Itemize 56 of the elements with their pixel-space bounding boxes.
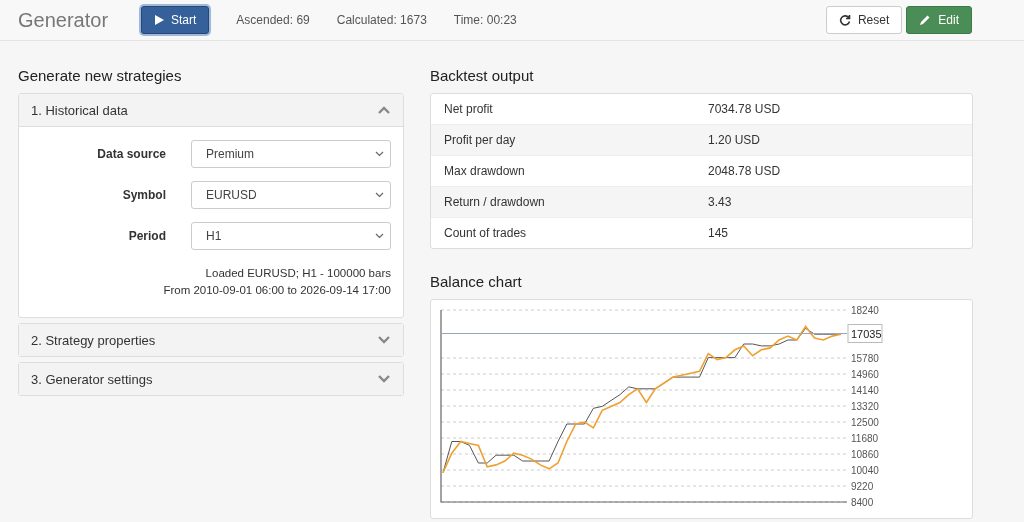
panel-title: 1. Historical data bbox=[31, 102, 128, 118]
panel-header[interactable]: 3. Generator settings bbox=[19, 363, 403, 395]
field-label: Period bbox=[128, 229, 166, 243]
caret-icon bbox=[375, 192, 384, 198]
panel-header[interactable]: 1. Historical data bbox=[19, 94, 403, 127]
panel-title: 3. Generator settings bbox=[31, 371, 153, 387]
dropdown[interactable]: H1 bbox=[191, 222, 391, 250]
table-cell-text: Profit per day bbox=[443, 133, 517, 147]
chevron-down-icon bbox=[378, 336, 390, 344]
status-text: Time: 00:23 bbox=[453, 13, 517, 27]
axis-label: 13320 bbox=[851, 400, 879, 412]
axis-label: 8400 bbox=[851, 496, 874, 508]
table-cell-text: Net profit bbox=[443, 102, 494, 116]
chevron-up-icon bbox=[378, 106, 390, 114]
dropdown[interactable]: Premium bbox=[191, 140, 391, 168]
info-text: From 2010-09-01 06:00 to 2026-09-14 17:00 bbox=[162, 283, 391, 298]
table-cell-text: Max drawdown bbox=[443, 164, 526, 178]
axis-label: 10040 bbox=[851, 464, 879, 476]
table-cell-text: Return / drawdown bbox=[443, 195, 546, 209]
current-value-label: 17035 bbox=[847, 324, 883, 343]
table-cell-text: 1.20 USD bbox=[708, 133, 762, 147]
axis-label: 14140 bbox=[851, 384, 879, 396]
table-cell-text: 7034.78 USD bbox=[708, 102, 782, 116]
dropdown[interactable]: EURUSD bbox=[191, 181, 391, 209]
edit-button[interactable]: Edit bbox=[906, 6, 972, 34]
section-title: Generate new strategies bbox=[18, 67, 183, 84]
table-cell-text: 145 bbox=[708, 226, 730, 240]
axis-label: 18240 bbox=[851, 304, 879, 316]
reset-button[interactable]: Reset bbox=[825, 6, 903, 34]
field-label: Data source bbox=[97, 147, 166, 161]
section-title: Balance chart bbox=[430, 273, 523, 290]
chevron-down-icon bbox=[378, 375, 390, 383]
refresh-icon bbox=[838, 14, 851, 26]
section-title: Backtest output bbox=[430, 67, 535, 84]
status-text: Calculated: 1673 bbox=[336, 13, 427, 27]
axis-label: 11680 bbox=[851, 432, 879, 444]
caret-icon bbox=[375, 233, 384, 239]
status-text: Ascended: 69 bbox=[236, 13, 310, 27]
axis-label: 12500 bbox=[851, 416, 879, 428]
info-text: Loaded EURUSD; H1 - 100000 bars bbox=[204, 266, 391, 281]
pencil-icon bbox=[919, 14, 932, 26]
panel-header[interactable]: 2. Strategy properties bbox=[19, 324, 403, 356]
table-cell-text: Count of trades bbox=[443, 226, 528, 240]
table-cell-text: 2048.78 USD bbox=[708, 164, 782, 178]
axis-label: 14960 bbox=[851, 368, 879, 380]
panel-title: 2. Strategy properties bbox=[31, 332, 156, 348]
play-icon bbox=[154, 15, 164, 25]
start-button[interactable]: Start bbox=[141, 6, 210, 34]
ref-line-label: 17035 bbox=[851, 327, 882, 340]
caret-icon bbox=[375, 151, 384, 157]
app-title: Generator bbox=[18, 8, 110, 32]
axis-label: 15780 bbox=[851, 352, 879, 364]
field-label: Symbol bbox=[122, 188, 166, 202]
axis-label: 10860 bbox=[851, 448, 879, 460]
table-cell-text: 3.43 bbox=[708, 195, 733, 209]
axis-label: 9220 bbox=[851, 480, 874, 492]
